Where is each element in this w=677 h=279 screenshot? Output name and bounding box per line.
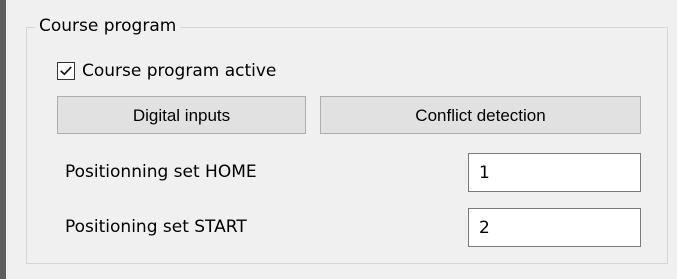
checkbox-label: Course program active	[82, 61, 277, 81]
positioning-set-start-label: Positioning set START	[65, 217, 247, 237]
check-mark-icon	[60, 66, 72, 76]
positionning-set-home-input[interactable]	[468, 153, 641, 192]
left-window-edge	[0, 0, 6, 279]
course-program-panel: Course program Course program active Dig…	[0, 0, 677, 279]
checkbox-box[interactable]	[57, 62, 75, 80]
course-program-active-checkbox[interactable]: Course program active	[57, 58, 276, 84]
positioning-set-start-input[interactable]	[468, 208, 641, 247]
course-program-group-title: Course program	[35, 14, 181, 38]
conflict-detection-button[interactable]: Conflict detection	[320, 96, 641, 134]
digital-inputs-button[interactable]: Digital inputs	[57, 96, 306, 134]
positionning-set-home-label: Positionning set HOME	[65, 162, 257, 182]
